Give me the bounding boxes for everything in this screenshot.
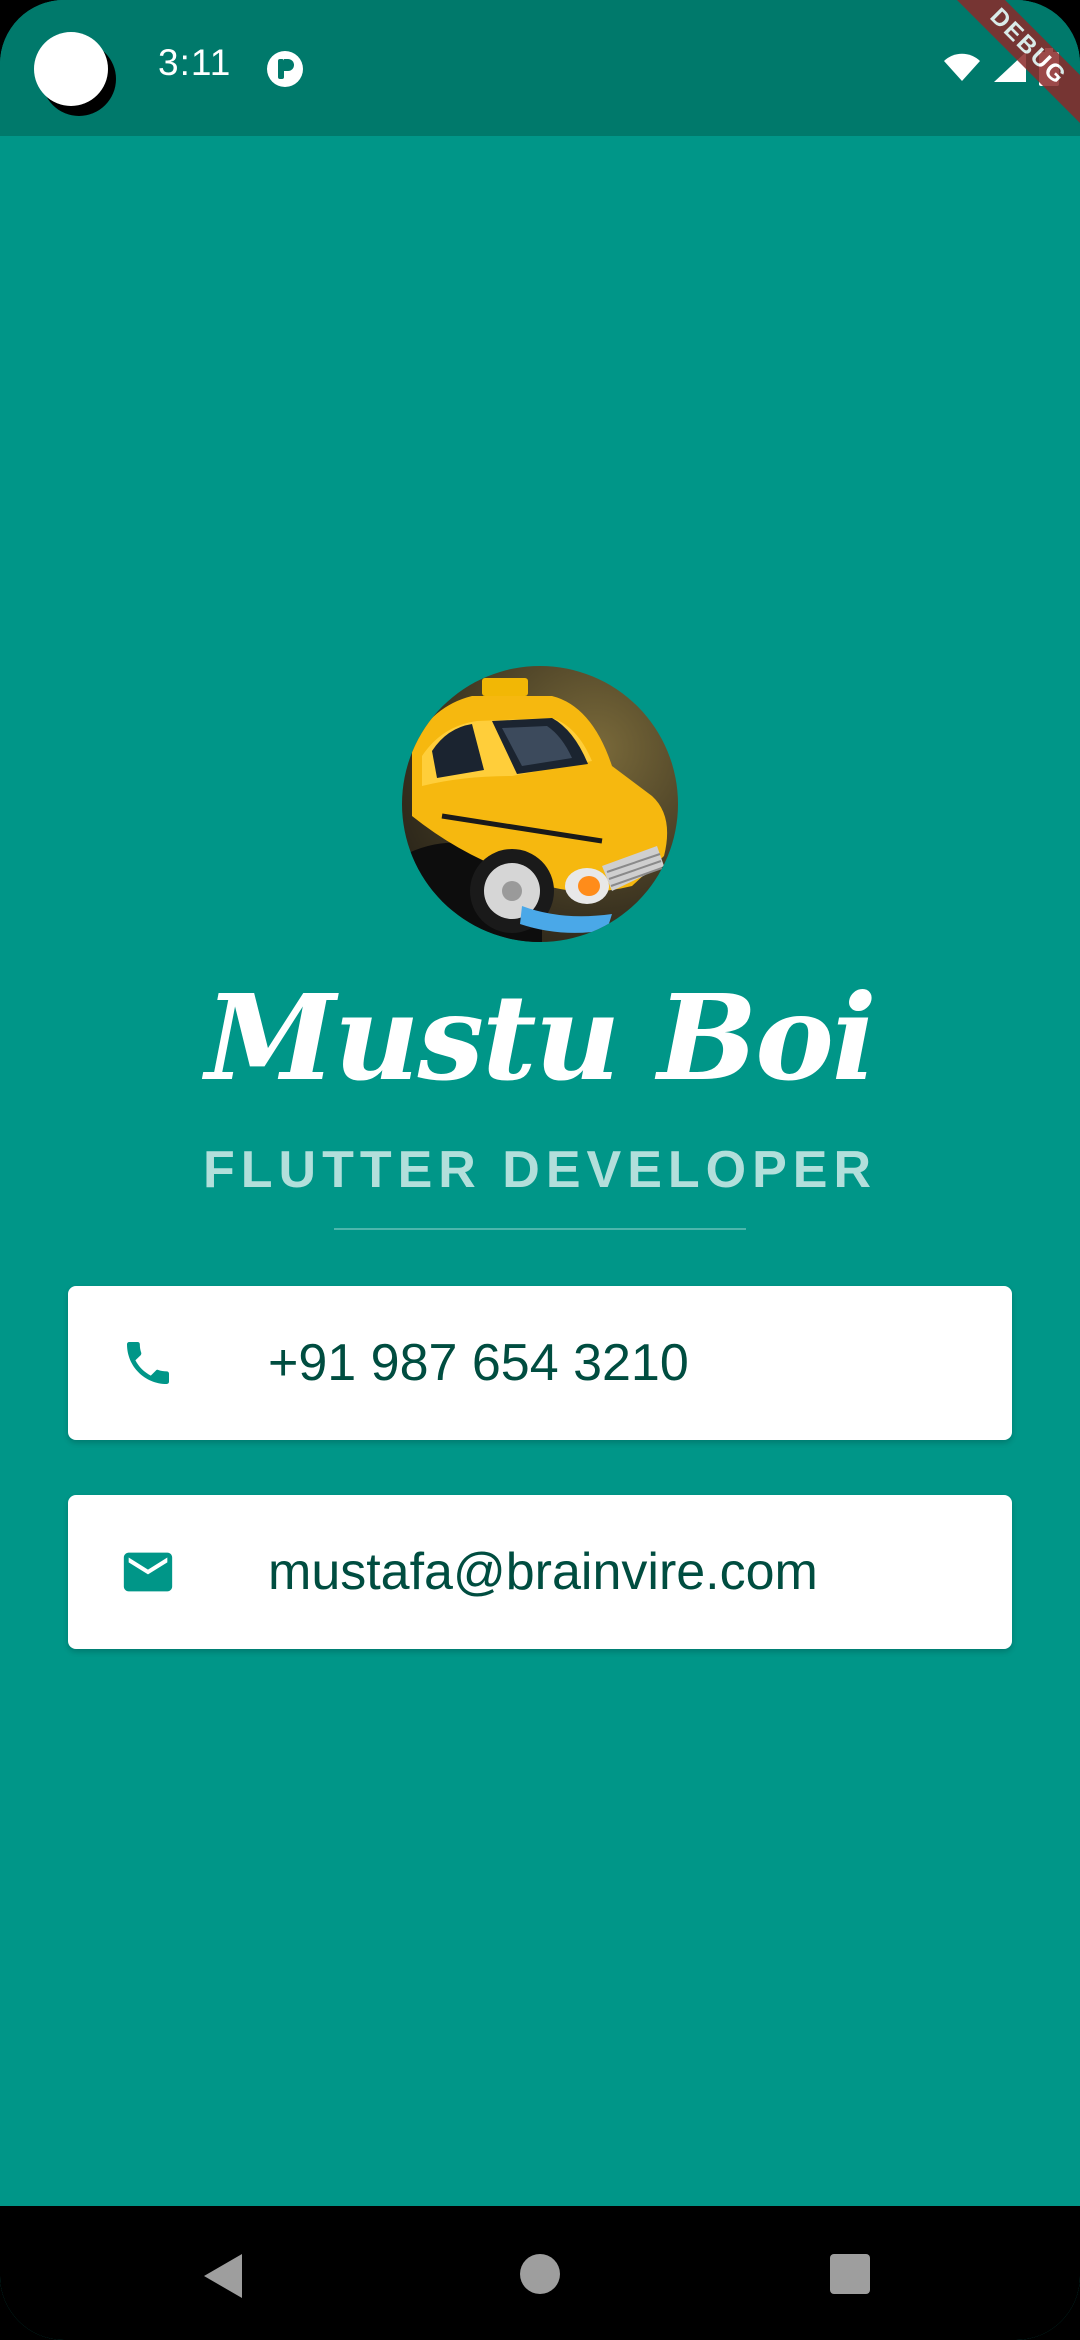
app-notification-icon <box>267 51 303 87</box>
taxi-illustration <box>402 678 668 942</box>
profile-title: FLUTTER DEVELOPER <box>202 1141 878 1199</box>
phone-number: +91 987 654 3210 <box>268 1334 689 1392</box>
app-screen: 3:11 DEBUG Mustu Boi FLUTTER DEVELOPER +… <box>0 0 1080 2340</box>
home-icon[interactable] <box>520 2254 560 2294</box>
taxi-avatar-image <box>402 666 678 942</box>
phone-icon <box>118 1333 178 1393</box>
camera-cutout-icon <box>34 32 108 106</box>
email-address: mustafa@brainvire.com <box>268 1543 818 1601</box>
wifi-icon <box>944 53 980 81</box>
mail-icon <box>118 1542 178 1602</box>
status-time: 3:11 <box>158 42 232 83</box>
system-nav-bar <box>0 2206 1080 2340</box>
recents-icon[interactable] <box>830 2254 870 2294</box>
email-card[interactable]: mustafa@brainvire.com <box>68 1495 1012 1649</box>
divider <box>334 1228 746 1230</box>
back-icon[interactable] <box>204 2254 242 2298</box>
phone-card[interactable]: +91 987 654 3210 <box>68 1286 1012 1440</box>
status-bar: 3:11 DEBUG <box>0 0 1080 151</box>
profile-name: Mustu Boi <box>205 968 877 1107</box>
